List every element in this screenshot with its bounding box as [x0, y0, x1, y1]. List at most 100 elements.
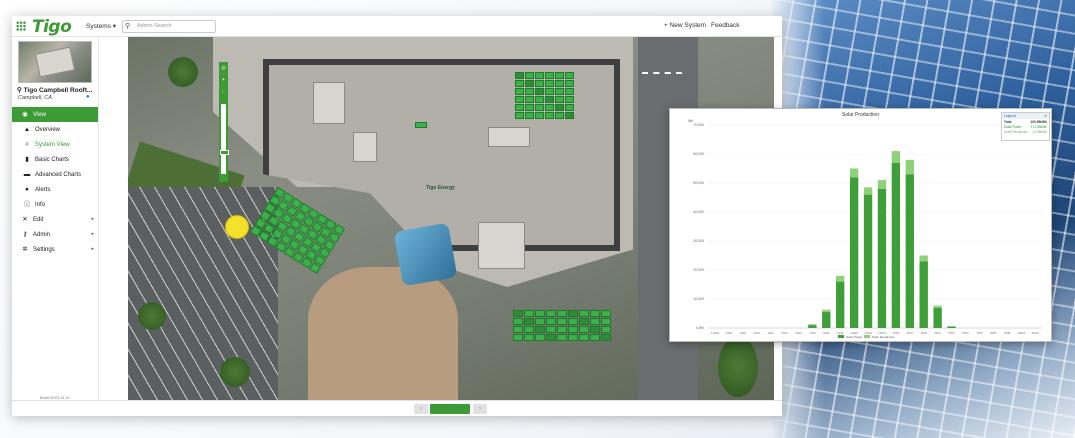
solar-panel[interactable]	[525, 112, 534, 119]
solar-panel[interactable]	[513, 318, 523, 325]
next-button[interactable]: ›	[473, 404, 487, 414]
admin-search-input[interactable]: ⚲ Admin Search	[122, 20, 216, 33]
solar-panel[interactable]	[601, 326, 611, 333]
solar-panel[interactable]	[565, 88, 574, 95]
systems-menu[interactable]: Systems ▾	[86, 22, 116, 30]
solar-panel[interactable]	[601, 310, 611, 317]
solar-panel[interactable]	[546, 318, 556, 325]
nav-admin[interactable]: ⚷ Admin ▸	[12, 227, 98, 242]
solar-panel[interactable]	[565, 96, 574, 103]
solar-panel[interactable]	[515, 96, 524, 103]
solar-panel[interactable]	[568, 326, 578, 333]
solar-panel[interactable]	[515, 88, 524, 95]
solar-panel[interactable]	[524, 326, 534, 333]
solar-panel[interactable]	[525, 80, 534, 87]
map-zoom-control[interactable]: ◎ + −	[219, 62, 229, 182]
solar-panel[interactable]	[545, 88, 554, 95]
solar-panel[interactable]	[546, 326, 556, 333]
solar-panel[interactable]	[545, 112, 554, 119]
solar-panel[interactable]	[535, 334, 545, 341]
solar-panel[interactable]	[525, 96, 534, 103]
solar-panel[interactable]	[545, 80, 554, 87]
solar-panel[interactable]	[555, 88, 564, 95]
zoom-out-button[interactable]: −	[220, 89, 227, 95]
solar-panel[interactable]	[545, 96, 554, 103]
nav-overview[interactable]: ▲ Overview	[12, 122, 98, 137]
solar-panel[interactable]	[568, 334, 578, 341]
nav-edit[interactable]: ✕ Edit ▸	[12, 212, 98, 227]
solar-panel[interactable]	[515, 80, 524, 87]
solar-panel[interactable]	[535, 326, 545, 333]
previous-button[interactable]: ‹	[414, 404, 428, 414]
apps-grid-icon[interactable]	[16, 21, 26, 31]
solar-panel[interactable]	[568, 318, 578, 325]
solar-panel[interactable]	[555, 72, 564, 79]
solar-panel[interactable]	[555, 104, 564, 111]
nav-system-view[interactable]: # System View	[12, 137, 98, 152]
solar-panel[interactable]	[579, 334, 589, 341]
solar-panel[interactable]	[565, 72, 574, 79]
solar-panel[interactable]	[601, 318, 611, 325]
site-settings-icon[interactable]: ●	[86, 94, 90, 100]
solar-panel[interactable]	[515, 104, 524, 111]
solar-panel[interactable]	[515, 72, 524, 79]
solar-panel[interactable]	[555, 96, 564, 103]
panel-array-north[interactable]	[515, 72, 574, 119]
solar-panel[interactable]	[524, 310, 534, 317]
solar-panel[interactable]	[557, 310, 567, 317]
zoom-reset-icon[interactable]: ◎	[220, 65, 227, 71]
zoom-slider-track[interactable]	[221, 104, 226, 174]
solar-panel[interactable]	[524, 334, 534, 341]
solar-panel[interactable]	[557, 334, 567, 341]
solar-panel[interactable]	[590, 334, 600, 341]
solar-panel[interactable]	[535, 310, 545, 317]
new-system-button[interactable]: + New System	[664, 22, 706, 29]
solar-panel[interactable]	[535, 88, 544, 95]
solar-panel[interactable]	[565, 80, 574, 87]
single-panel[interactable]	[415, 122, 427, 128]
location-marker[interactable]	[225, 215, 249, 239]
solar-panel[interactable]	[535, 112, 544, 119]
tigo-logo[interactable]: Tigo	[32, 17, 72, 37]
site-thumbnail[interactable]	[18, 41, 92, 83]
solar-panel[interactable]	[525, 72, 534, 79]
current-page-indicator[interactable]	[430, 404, 470, 414]
solar-panel[interactable]	[565, 104, 574, 111]
solar-panel[interactable]	[555, 80, 564, 87]
solar-panel[interactable]	[525, 88, 534, 95]
solar-panel[interactable]	[568, 310, 578, 317]
solar-panel[interactable]	[535, 318, 545, 325]
solar-panel[interactable]	[557, 318, 567, 325]
solar-panel[interactable]	[545, 104, 554, 111]
solar-panel[interactable]	[525, 104, 534, 111]
nav-alerts[interactable]: ● Alerts	[12, 182, 98, 197]
solar-panel[interactable]	[601, 334, 611, 341]
panel-array-south[interactable]	[513, 310, 611, 341]
solar-panel[interactable]	[590, 310, 600, 317]
nav-settings[interactable]: ✲ Settings ▸	[12, 242, 98, 257]
nav-advanced-charts[interactable]: ▬ Advanced Charts	[12, 167, 98, 182]
solar-panel[interactable]	[545, 72, 554, 79]
solar-panel[interactable]	[513, 310, 523, 317]
nav-info[interactable]: ⓘ Info	[12, 197, 98, 212]
solar-panel[interactable]	[535, 72, 544, 79]
solar-panel[interactable]	[555, 112, 564, 119]
solar-panel[interactable]	[535, 80, 544, 87]
solar-panel[interactable]	[557, 326, 567, 333]
zoom-in-button[interactable]: +	[220, 77, 227, 83]
solar-panel[interactable]	[535, 96, 544, 103]
solar-panel[interactable]	[546, 310, 556, 317]
solar-panel[interactable]	[524, 318, 534, 325]
feedback-link[interactable]: Feedback	[711, 22, 740, 29]
solar-panel[interactable]	[590, 326, 600, 333]
solar-panel[interactable]	[579, 326, 589, 333]
solar-panel[interactable]	[565, 112, 574, 119]
solar-panel[interactable]	[579, 318, 589, 325]
nav-basic-charts[interactable]: ▮ Basic Charts	[12, 152, 98, 167]
solar-panel[interactable]	[515, 112, 524, 119]
solar-panel[interactable]	[546, 334, 556, 341]
close-icon[interactable]: ✕	[1044, 114, 1047, 118]
solar-panel[interactable]	[579, 310, 589, 317]
solar-panel[interactable]	[590, 318, 600, 325]
solar-panel[interactable]	[535, 104, 544, 111]
